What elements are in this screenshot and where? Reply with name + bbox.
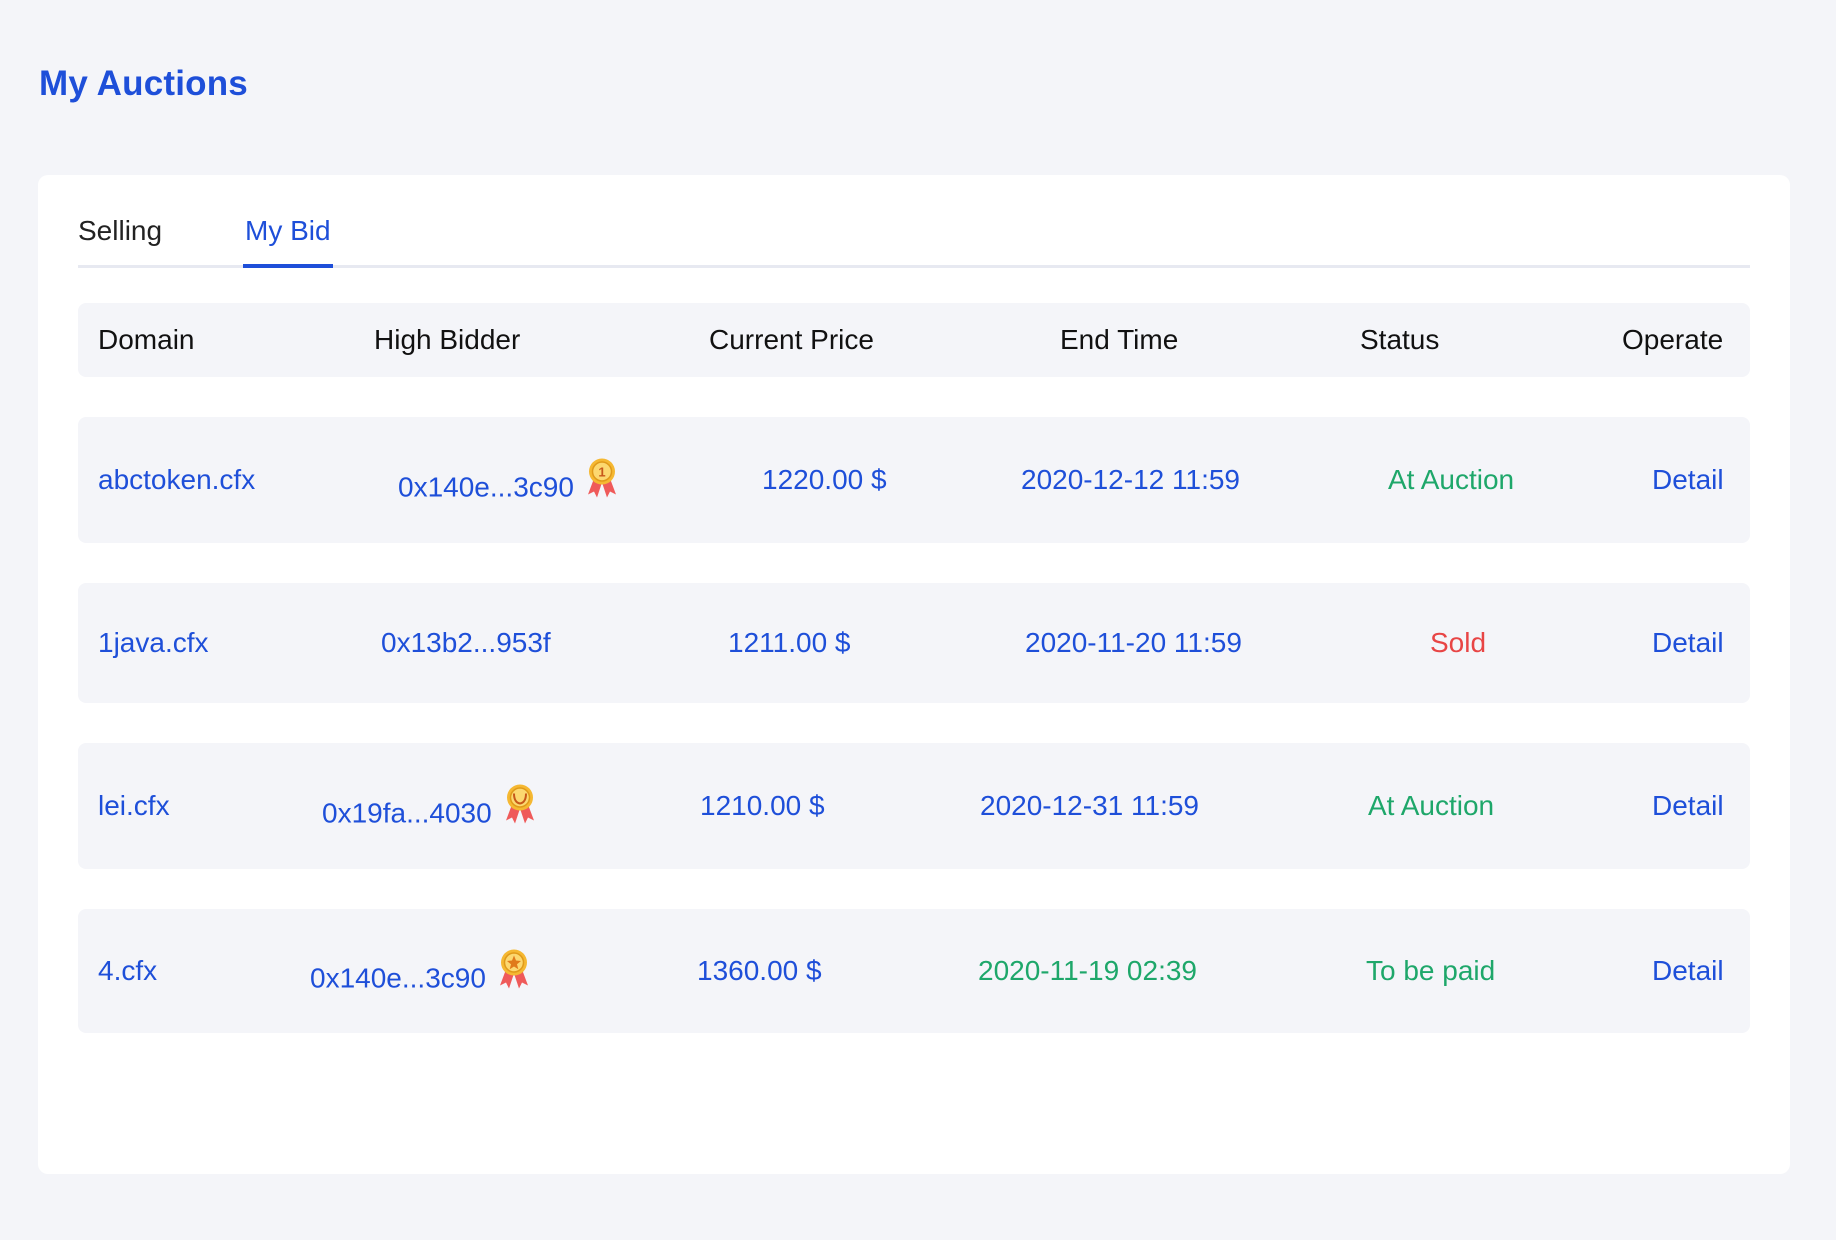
column-header-domain: Domain: [98, 324, 195, 355]
column-header-operate: Operate: [1622, 324, 1724, 355]
column-header-current-price: Current Price: [709, 324, 874, 355]
table-header: Domain High Bidder Current Price End Tim…: [78, 303, 1750, 377]
high-bidder-cell: 0x140e...3c90: [310, 948, 532, 995]
table-row: lei.cfx 0x19fa...4030 1210.00 $ 2020-12-…: [78, 743, 1750, 869]
svg-text:1: 1: [598, 465, 605, 480]
detail-link[interactable]: Detail: [1652, 464, 1724, 496]
status-text: At Auction: [1388, 464, 1515, 495]
current-price: 1210.00 $: [700, 790, 825, 821]
table-row: 4.cfx 0x140e...3c90 1360.00 $ 2020-11-19…: [78, 909, 1750, 1033]
column-header-high-bidder: High Bidder: [374, 324, 521, 355]
high-bidder-address: 0x140e...3c90: [398, 471, 574, 503]
status-text: Sold: [1430, 627, 1487, 658]
current-price: 1220.00 $: [762, 464, 887, 495]
end-time: 2020-12-12 11:59: [1021, 464, 1240, 495]
high-bidder-address: 0x13b2...953f: [381, 627, 551, 658]
high-bidder-address: 0x140e...3c90: [310, 962, 486, 994]
status-text: To be paid: [1366, 955, 1496, 986]
column-header-status: Status: [1360, 324, 1440, 355]
domain-link[interactable]: 1java.cfx: [98, 627, 209, 659]
end-time: 2020-11-19 02:39: [978, 955, 1197, 986]
domain-link[interactable]: 4.cfx: [98, 955, 157, 987]
end-time: 2020-11-20 11:59: [1025, 627, 1242, 658]
page-title: My Auctions: [39, 64, 248, 103]
first-place-medal-icon: 1: [587, 458, 616, 498]
auctions-card: Selling My Bid Domain High Bidder Curren…: [38, 175, 1790, 1174]
detail-link[interactable]: Detail: [1652, 955, 1724, 987]
status-text: At Auction: [1368, 790, 1495, 821]
domain-link[interactable]: abctoken.cfx: [98, 464, 255, 496]
star-medal-icon: [499, 949, 528, 989]
table-row: 1java.cfx 0x13b2...953f 1211.00 $ 2020-1…: [78, 583, 1750, 703]
high-bidder-address: 0x19fa...4030: [322, 797, 492, 829]
detail-link[interactable]: Detail: [1652, 627, 1724, 659]
high-bidder-cell: 0x19fa...4030: [322, 783, 538, 830]
current-price: 1211.00 $: [728, 627, 851, 658]
table-row: abctoken.cfx 0x140e...3c90 1 1220.00 $ 2…: [78, 417, 1750, 543]
high-bidder-cell: 0x140e...3c90 1: [398, 457, 620, 504]
current-price: 1360.00 $: [697, 955, 822, 986]
tab-selling[interactable]: Selling: [78, 215, 162, 265]
tab-my-bid[interactable]: My Bid: [243, 215, 333, 268]
domain-link[interactable]: lei.cfx: [98, 790, 170, 822]
end-time: 2020-12-31 11:59: [980, 790, 1199, 821]
laurel-medal-icon: [505, 784, 534, 824]
tab-bar: Selling My Bid: [78, 215, 1750, 268]
column-header-end-time: End Time: [1060, 324, 1179, 355]
detail-link[interactable]: Detail: [1652, 790, 1724, 822]
